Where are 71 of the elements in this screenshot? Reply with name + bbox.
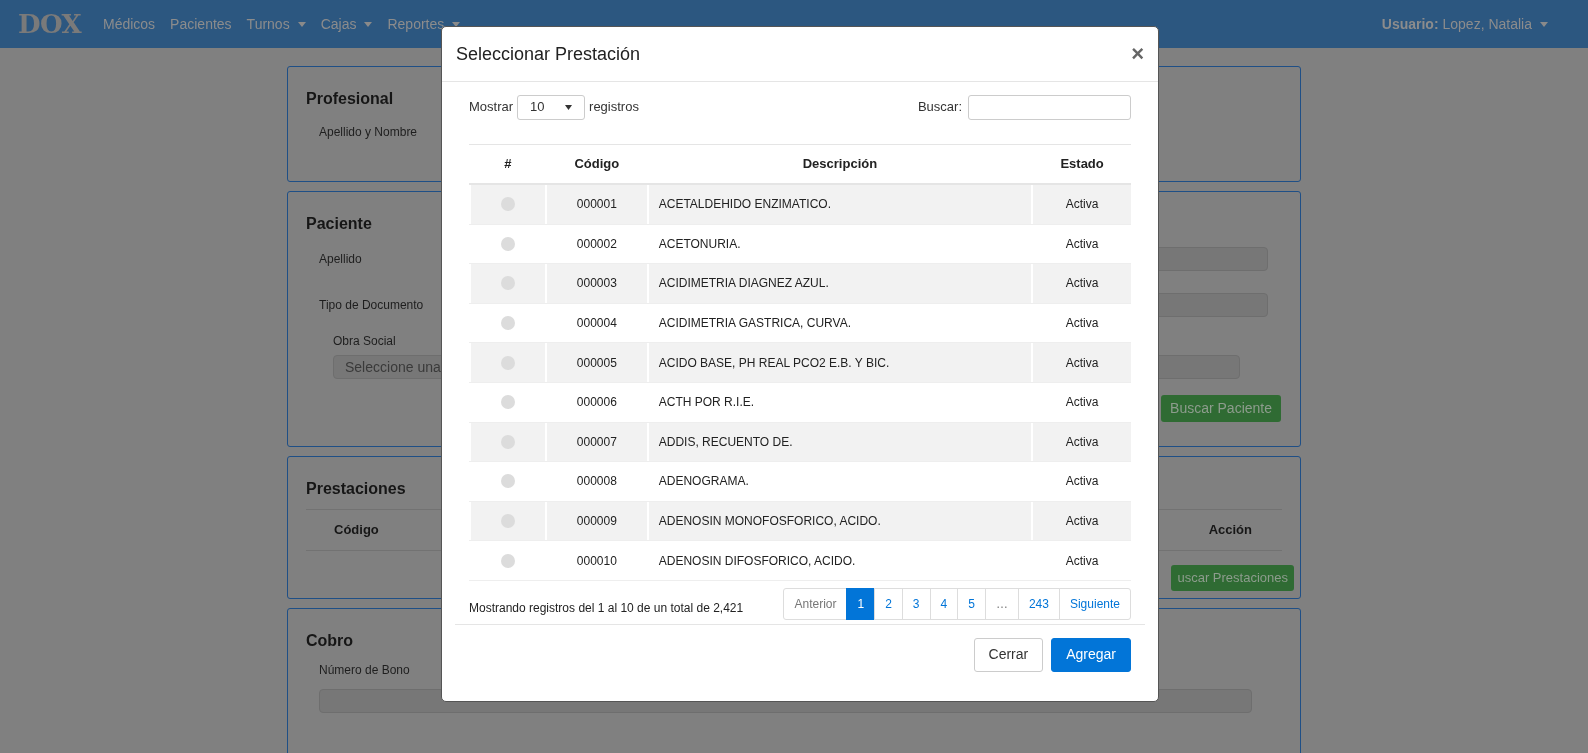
panel-title: Prestaciones xyxy=(306,479,406,499)
show-suffix: registros xyxy=(589,98,639,117)
radio-button[interactable] xyxy=(500,395,515,410)
caret-icon xyxy=(1540,21,1548,27)
table-cell-text: Activa xyxy=(1065,552,1099,570)
user-name: Usuario: Lopez, Natalia xyxy=(1381,14,1532,34)
field-label: Apellido y Nombre xyxy=(319,124,419,141)
pagination-link[interactable]: 3 xyxy=(901,588,931,621)
pagination-link[interactable]: 2 xyxy=(874,588,903,621)
panel-title: Profesional xyxy=(306,89,394,109)
column-header: Código xyxy=(544,145,647,183)
add-button[interactable]: Agregar xyxy=(1051,637,1131,672)
pagination-link[interactable]: 243 xyxy=(1017,588,1060,621)
table-cell-text: 000005 xyxy=(576,354,617,372)
caret-icon xyxy=(364,21,373,27)
table-cell-text: Activa xyxy=(1065,394,1099,412)
column-header: Código xyxy=(334,521,379,540)
modal-title: Seleccionar Prestación xyxy=(456,42,641,66)
pagination-link[interactable]: Siguiente xyxy=(1058,588,1131,621)
field-label: Obra Social xyxy=(333,333,397,350)
column-header: Descripción xyxy=(646,145,1032,183)
close-dialog-button[interactable]: Cerrar xyxy=(973,637,1044,672)
field-label: Tipo de Documento xyxy=(319,297,424,314)
field-label: Número de Bono xyxy=(319,662,411,679)
table-cell-text: 000007 xyxy=(576,433,617,451)
table-cell-text: ADENOSIN MONOFOSFORICO, ACIDO. xyxy=(658,513,881,531)
table-cell-text: Activa xyxy=(1065,315,1099,333)
radio-button[interactable] xyxy=(500,553,515,568)
radio-button[interactable] xyxy=(500,316,515,331)
column-header: Acción xyxy=(1208,521,1252,540)
search-field[interactable] xyxy=(968,94,1131,120)
table-cell-text: 000002 xyxy=(576,235,617,253)
table-cell-text: 000004 xyxy=(576,315,617,333)
search-label: Buscar: xyxy=(917,98,962,117)
table-cell-text: 000001 xyxy=(576,196,617,214)
table-cell-text: 000010 xyxy=(576,552,617,570)
caret-icon xyxy=(565,104,573,110)
table-cell-text: ACIDO BASE, PH REAL PCO2 E.B. Y BIC. xyxy=(658,354,890,372)
radio-button[interactable] xyxy=(500,474,515,489)
panel-title: Cobro xyxy=(306,631,354,651)
table-cell-text: ADENOSIN DIFOSFORICO, ACIDO. xyxy=(658,552,856,570)
table-cell-text: ACETONURIA. xyxy=(658,235,741,253)
table-cell-text: Activa xyxy=(1065,354,1099,372)
table-cell-text: Activa xyxy=(1065,433,1099,451)
close-button[interactable]: × xyxy=(1131,43,1144,65)
column-header: # xyxy=(469,145,545,183)
table-cell-text: ACIDIMETRIA GASTRICA, CURVA. xyxy=(658,315,851,333)
table-cell-text: ACETALDEHIDO ENZIMATICO. xyxy=(658,196,831,214)
table-cell-text: Activa xyxy=(1065,196,1099,214)
show-label: Mostrar xyxy=(469,98,514,117)
table-cell-text: ACIDIMETRIA DIAGNEZ AZUL. xyxy=(658,275,829,293)
pagination-link[interactable]: 1 xyxy=(846,588,876,621)
table-cell-text: Activa xyxy=(1065,473,1099,491)
table-cell-text: Activa xyxy=(1065,235,1099,253)
table-cell-text: Activa xyxy=(1065,275,1099,293)
table-cell-text: 000008 xyxy=(576,473,617,491)
panel-title: Paciente xyxy=(306,214,372,234)
table-cell-text: ADDIS, RECUENTO DE. xyxy=(658,433,793,451)
table-cell-text: 000003 xyxy=(576,275,617,293)
table-cell-text: 000009 xyxy=(576,513,617,531)
radio-button[interactable] xyxy=(500,236,515,251)
table-cell-text: ADENOGRAMA. xyxy=(658,473,749,491)
page-size-select[interactable]: 10 xyxy=(517,94,586,120)
field-label: Apellido xyxy=(319,251,362,268)
pagination-link[interactable]: 5 xyxy=(957,588,986,621)
table-cell-text: Activa xyxy=(1065,513,1099,531)
caret-icon xyxy=(297,21,306,27)
table-cell-text: ACTH POR R.I.E. xyxy=(658,394,755,412)
table-cell-text: 000006 xyxy=(576,394,617,412)
column-header: Estado xyxy=(1031,145,1131,183)
table-info: Mostrando registros del 1 al 10 de un total de 2,421 xyxy=(469,600,744,618)
